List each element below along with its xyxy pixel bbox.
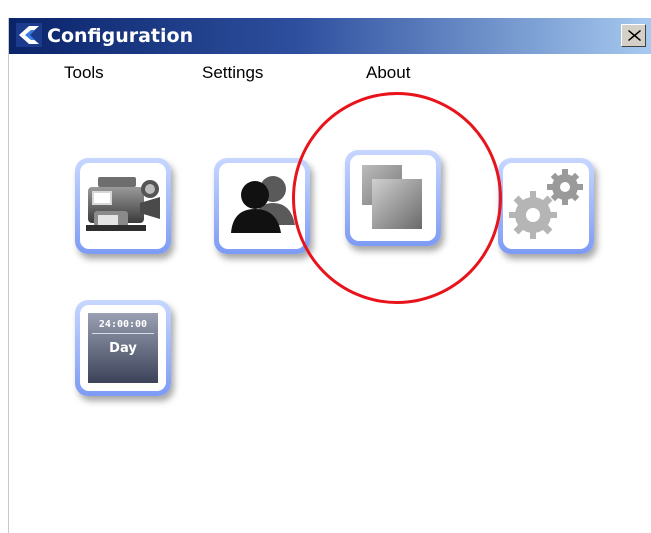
settings-config-tile[interactable] — [498, 158, 594, 254]
app-logo-icon — [16, 23, 42, 47]
configuration-window: Configuration Tools Settings About — [8, 18, 651, 533]
window-title: Configuration — [47, 25, 194, 47]
close-button[interactable] — [621, 24, 646, 47]
users-config-tile[interactable] — [214, 158, 310, 254]
camera-config-tile[interactable] — [75, 158, 171, 254]
users-icon — [231, 176, 295, 233]
windows-config-tile[interactable] — [345, 150, 441, 246]
menu-settings[interactable]: Settings — [202, 63, 263, 83]
schedule-config-tile[interactable]: 24:00:00 Day — [75, 300, 171, 396]
menu-about[interactable]: About — [366, 63, 410, 83]
title-bar[interactable]: Configuration — [9, 18, 651, 54]
clock-day-icon: 24:00:00 Day — [88, 313, 158, 383]
menu-tools[interactable]: Tools — [64, 63, 104, 83]
clock-divider — [92, 333, 154, 334]
clock-day-label: Day — [109, 341, 137, 356]
cascade-windows-icon — [362, 165, 422, 229]
gears-icon — [509, 169, 583, 239]
close-icon — [628, 30, 641, 41]
clock-time-text: 24:00:00 — [98, 319, 148, 330]
video-camera-icon — [86, 177, 160, 231]
menu-bar: Tools Settings About — [9, 54, 651, 92]
